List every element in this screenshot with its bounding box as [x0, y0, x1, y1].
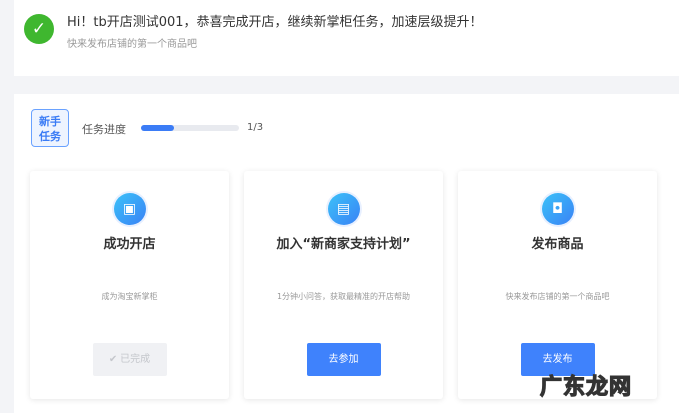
progress-label: 任务进度 — [82, 123, 126, 136]
completed-button[interactable]: ✔ 已完成 — [92, 343, 167, 376]
badge-line: 任务 — [39, 130, 61, 143]
progress-fill — [141, 125, 174, 131]
card-desc: 成为淘宝新掌柜 — [101, 292, 158, 301]
card-title: 发布商品 — [531, 237, 584, 252]
task-card-join-plan: ▤ 加入“新商家支持计划” 1分钟小问答，获取最精准的开店帮助 去参加 — [244, 171, 443, 399]
novice-task-badge: 新手 任务 — [31, 109, 69, 147]
card-desc: 1分钟小问答，获取最精准的开店帮助 — [276, 292, 411, 301]
success-check-icon: ✓ — [24, 14, 54, 44]
card-desc: 快来发布店铺的第一个商品吧 — [505, 292, 610, 301]
calendar-icon: ▤ — [327, 193, 360, 225]
badge-line: 新手 — [39, 115, 61, 128]
task-card-publish-item: ◘ 发布商品 快来发布店铺的第一个商品吧 去发布 — [458, 171, 657, 399]
card-title: 加入“新商家支持计划” — [276, 237, 411, 252]
notice-subtitle: 快来发布店铺的第一个商品吧 — [67, 39, 197, 50]
store-icon: ▣ — [113, 193, 146, 225]
card-title: 成功开店 — [103, 237, 156, 252]
task-card-open-store: ▣ 成功开店 成为淘宝新掌柜 ✔ 已完成 — [30, 171, 229, 399]
notice-title: Hi！tb开店测试001，恭喜完成开店，继续新掌柜任务，加速层级提升！ — [67, 15, 483, 30]
progress-bar — [141, 125, 239, 131]
join-button[interactable]: 去参加 — [306, 343, 381, 376]
watermark: 广东龙网 — [539, 374, 633, 400]
progress-count: 1/3 — [247, 122, 264, 133]
bag-icon: ◘ — [541, 193, 574, 225]
